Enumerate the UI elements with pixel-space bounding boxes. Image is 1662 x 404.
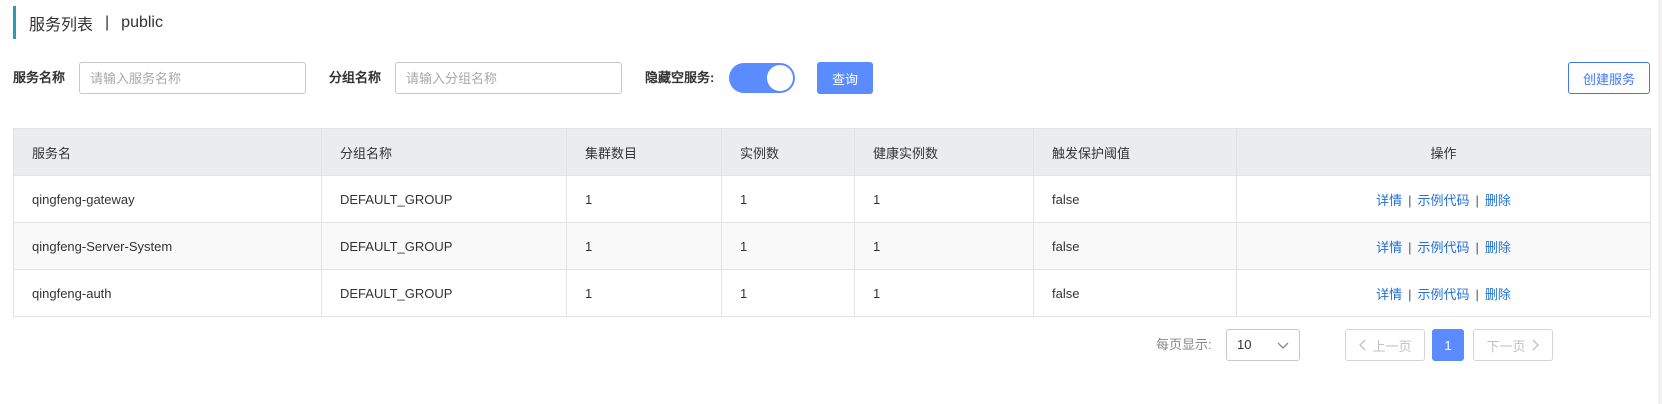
action-separator: |: [1408, 192, 1412, 208]
delete-link[interactable]: 删除: [1485, 287, 1511, 302]
hide-empty-label: 隐藏空服务:: [645, 70, 715, 85]
cell-service-name: qingfeng-auth: [13, 269, 322, 317]
title-separator: |: [105, 13, 110, 31]
table-row: qingfeng-auth DEFAULT_GROUP 1 1 1 false …: [13, 269, 1651, 317]
create-service-button[interactable]: 创建服务: [1568, 62, 1650, 94]
cell-service-name: qingfeng-Server-System: [13, 222, 322, 270]
sample-code-link[interactable]: 示例代码: [1417, 193, 1469, 208]
detail-link[interactable]: 详情: [1376, 240, 1402, 255]
table-row: qingfeng-Server-System DEFAULT_GROUP 1 1…: [13, 222, 1651, 270]
action-separator: |: [1475, 286, 1479, 302]
cell-cluster-count: 1: [566, 175, 722, 223]
cell-instance-count: 1: [721, 269, 855, 317]
cell-healthy-count: 1: [854, 269, 1034, 317]
next-page-button[interactable]: 下一页: [1473, 329, 1553, 361]
group-name-label: 分组名称: [329, 70, 382, 85]
per-page-select[interactable]: 10: [1226, 329, 1300, 361]
cell-instance-count: 1: [721, 222, 855, 270]
cell-protect-threshold: false: [1033, 222, 1237, 270]
delete-link[interactable]: 删除: [1485, 240, 1511, 255]
col-cluster-count: 集群数目: [566, 128, 722, 176]
action-separator: |: [1475, 192, 1479, 208]
cell-protect-threshold: false: [1033, 175, 1237, 223]
prev-page-label: 上一页: [1372, 338, 1412, 354]
cell-group-name: DEFAULT_GROUP: [321, 269, 567, 317]
page-scrollbar[interactable]: [1658, 0, 1662, 404]
namespace-name: public: [121, 13, 163, 31]
cell-group-name: DEFAULT_GROUP: [321, 222, 567, 270]
service-table: 服务名 分组名称 集群数目 实例数 健康实例数 触发保护阈值 操作 qingfe…: [13, 128, 1651, 317]
toggle-knob: [767, 65, 793, 91]
detail-link[interactable]: 详情: [1376, 193, 1402, 208]
service-name-input[interactable]: [79, 62, 306, 94]
table-row: qingfeng-gateway DEFAULT_GROUP 1 1 1 fal…: [13, 175, 1651, 223]
cell-group-name: DEFAULT_GROUP: [321, 175, 567, 223]
cell-cluster-count: 1: [566, 269, 722, 317]
per-page-label: 每页显示:: [1156, 337, 1212, 352]
detail-link[interactable]: 详情: [1376, 287, 1402, 302]
hide-empty-toggle[interactable]: [729, 63, 795, 93]
cell-cluster-count: 1: [566, 222, 722, 270]
page-title: 服务列表 | public: [13, 6, 163, 39]
action-separator: |: [1475, 239, 1479, 255]
cell-actions: 详情 | 示例代码 | 删除: [1236, 222, 1651, 270]
delete-link[interactable]: 删除: [1485, 193, 1511, 208]
cell-protect-threshold: false: [1033, 269, 1237, 317]
cell-actions: 详情 | 示例代码 | 删除: [1236, 175, 1651, 223]
col-service-name: 服务名: [13, 128, 322, 176]
chevron-right-icon: [1532, 339, 1539, 351]
next-page-label: 下一页: [1486, 338, 1526, 354]
pagination: 每页显示: 10 上一页 1 下一页: [0, 329, 1662, 361]
filter-bar: 服务名称 分组名称 隐藏空服务: 查询 创建服务: [13, 62, 1650, 94]
sample-code-link[interactable]: 示例代码: [1417, 287, 1469, 302]
action-separator: |: [1408, 239, 1412, 255]
action-separator: |: [1408, 286, 1412, 302]
sample-code-link[interactable]: 示例代码: [1417, 240, 1469, 255]
col-protect-threshold: 触发保护阈值: [1033, 128, 1237, 176]
per-page-value: 10: [1237, 337, 1252, 352]
chevron-left-icon: [1359, 339, 1366, 351]
current-page-button[interactable]: 1: [1432, 329, 1464, 361]
chevron-down-icon: [1277, 342, 1289, 349]
col-healthy-count: 健康实例数: [854, 128, 1034, 176]
group-name-input[interactable]: [395, 62, 622, 94]
cell-instance-count: 1: [721, 175, 855, 223]
page-title-text: 服务列表: [29, 16, 94, 34]
cell-healthy-count: 1: [854, 175, 1034, 223]
prev-page-button[interactable]: 上一页: [1345, 329, 1425, 361]
cell-healthy-count: 1: [854, 222, 1034, 270]
table-header-row: 服务名 分组名称 集群数目 实例数 健康实例数 触发保护阈值 操作: [13, 128, 1651, 176]
col-actions: 操作: [1236, 128, 1651, 176]
cell-service-name: qingfeng-gateway: [13, 175, 322, 223]
query-button[interactable]: 查询: [817, 62, 873, 94]
col-instance-count: 实例数: [721, 128, 855, 176]
col-group-name: 分组名称: [321, 128, 567, 176]
service-name-label: 服务名称: [13, 70, 66, 85]
cell-actions: 详情 | 示例代码 | 删除: [1236, 269, 1651, 317]
